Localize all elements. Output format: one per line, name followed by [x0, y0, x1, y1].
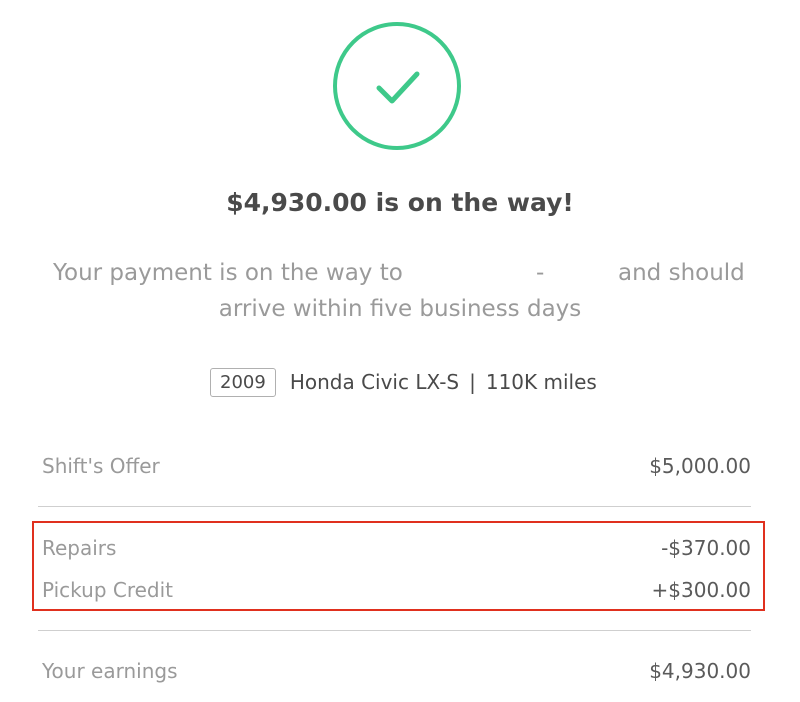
pickup-credit-label: Pickup Credit	[42, 578, 174, 602]
offer-label: Shift's Offer	[42, 454, 160, 478]
pickup-credit-amount: +$300.00	[651, 578, 751, 602]
check-icon	[376, 71, 420, 104]
repairs-label: Repairs	[42, 536, 117, 560]
success-circle	[333, 22, 461, 150]
earnings-row: Your earnings $4,930.00	[42, 659, 751, 683]
divider-top	[38, 506, 751, 507]
offer-row: Shift's Offer $5,000.00	[42, 454, 751, 478]
earnings-amount: $4,930.00	[649, 659, 751, 683]
repairs-row: Repairs -$370.00	[42, 536, 751, 560]
payment-message-start: Your payment is on the way to	[53, 260, 403, 286]
payment-message-line2: arrive within five business days	[218, 296, 582, 322]
vehicle-mileage: 110K miles	[485, 370, 597, 394]
vehicle-separator: |	[469, 370, 476, 394]
vehicle-summary: 2009 Honda Civic LX-S | 110K miles	[210, 365, 597, 399]
payment-confirmation-page: $4,930.00 is on the way! Your payment is…	[0, 0, 800, 702]
payment-message-end: and should	[618, 260, 745, 286]
divider-bottom	[38, 630, 751, 631]
repairs-amount: -$370.00	[661, 536, 751, 560]
offer-amount: $5,000.00	[649, 454, 751, 478]
payment-headline: $4,930.00 is on the way!	[226, 188, 574, 217]
vehicle-description: Honda Civic LX-S	[289, 370, 460, 394]
pickup-credit-row: Pickup Credit +$300.00	[42, 578, 751, 602]
vehicle-year-badge: 2009	[210, 367, 276, 397]
payment-message-separator: -	[536, 260, 545, 286]
payment-message-line1: Your payment is on the way to - and shou…	[0, 255, 800, 291]
earnings-label: Your earnings	[42, 659, 178, 683]
